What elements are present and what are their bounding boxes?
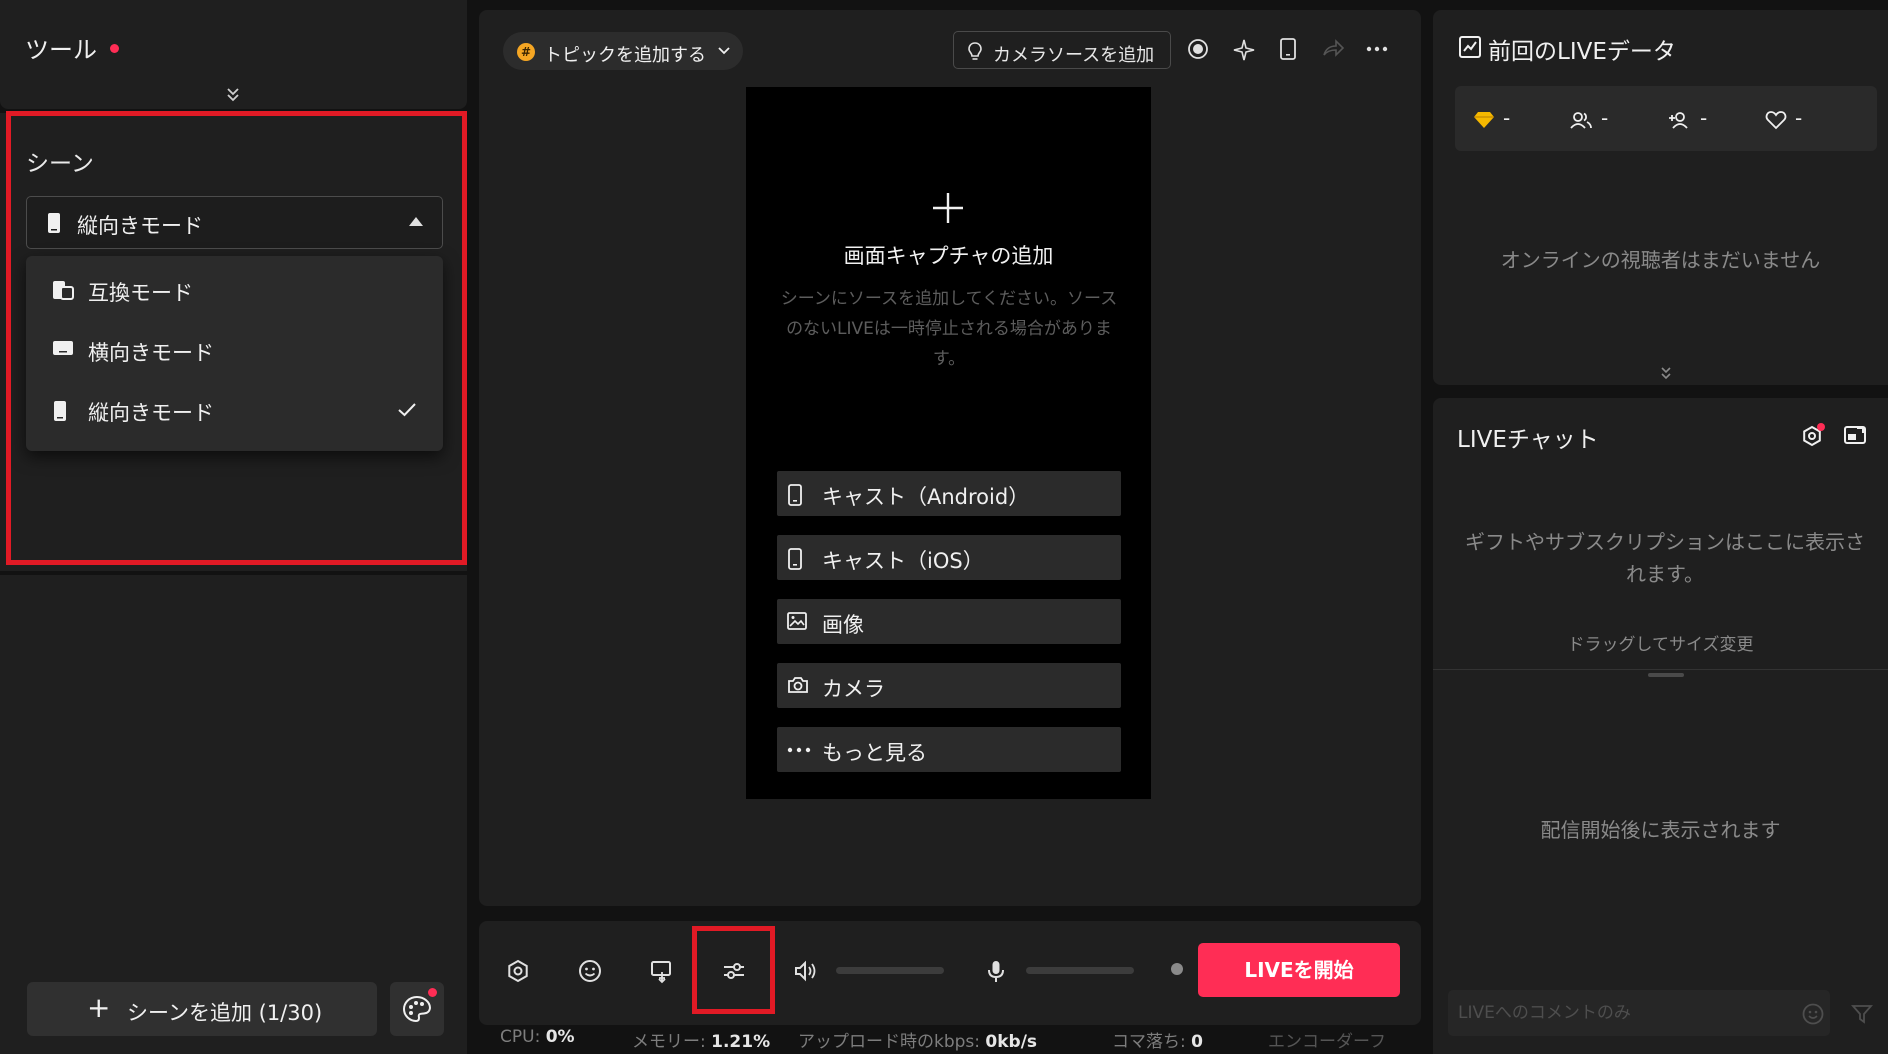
lightbulb-icon	[966, 41, 984, 61]
hashtag-icon: #	[517, 43, 535, 61]
diamond-icon	[1473, 111, 1495, 129]
share-icon[interactable]	[1322, 38, 1344, 58]
phone-frame-icon[interactable]	[1279, 38, 1297, 60]
popout-chat-icon[interactable]	[1843, 424, 1867, 446]
add-camera-source-button[interactable]: カメラソースを追加	[953, 31, 1171, 69]
memory-status: メモリー: 1.21%	[632, 1032, 771, 1052]
chat-settings-icon[interactable]	[1799, 423, 1825, 449]
screen-cast-icon[interactable]	[649, 958, 675, 984]
add-topic-label: トピックを追加する	[544, 45, 706, 66]
add-scene-label: シーンを追加 (1/30)	[127, 1001, 323, 1025]
resize-handle[interactable]	[1648, 673, 1684, 677]
filter-icon[interactable]	[1851, 1003, 1873, 1025]
followers-stat: -	[1668, 106, 1707, 130]
expand-chevron-icon[interactable]	[225, 86, 241, 102]
highlight-box-adjust	[692, 926, 775, 1014]
speaker-volume-slider[interactable]	[836, 967, 944, 974]
diamonds-stat: -	[1473, 106, 1510, 130]
chevron-down-icon	[718, 47, 730, 55]
source-label: キャスト（iOS）	[822, 549, 984, 573]
emoji-icon[interactable]	[1801, 1002, 1825, 1026]
heart-icon	[1765, 110, 1787, 130]
phone-icon	[787, 484, 803, 506]
source-label: キャスト（Android）	[822, 485, 1030, 509]
camera-source-button[interactable]: カメラ	[777, 663, 1121, 708]
source-label: 画像	[822, 613, 864, 637]
more-options-icon[interactable]	[1366, 46, 1388, 52]
image-source-button[interactable]: 画像	[777, 599, 1121, 644]
plus-icon: +	[87, 991, 111, 1024]
add-camera-source-label: カメラソースを追加	[993, 45, 1155, 66]
drag-resize-label: ドラッグしてサイズ変更	[1567, 635, 1754, 655]
previous-live-data-panel	[1433, 10, 1888, 385]
notification-dot	[428, 988, 437, 997]
cpu-status: CPU: 0%	[500, 1027, 575, 1047]
dropped-frames-status: コマ落ち: 0	[1112, 1032, 1203, 1052]
add-topic-button[interactable]: # トピックを追加する	[503, 32, 743, 70]
viewers-icon	[1569, 110, 1593, 130]
screen-capture-description: シーンにソースを追加してください。ソースのないLIVEは一時停止される場合があり…	[780, 289, 1118, 369]
start-live-button[interactable]: LIVEを開始	[1198, 943, 1400, 997]
notification-dot	[110, 44, 119, 53]
source-label: カメラ	[822, 677, 885, 701]
stats-summary: - - - -	[1455, 86, 1877, 151]
divider	[1433, 669, 1888, 670]
phone-icon	[787, 548, 803, 570]
live-chat-title: LIVEチャット	[1457, 427, 1599, 453]
more-sources-button[interactable]: もっと見る	[777, 727, 1121, 772]
after-start-message: 配信開始後に表示されます	[1540, 818, 1781, 842]
expand-chevron-icon[interactable]	[1659, 366, 1673, 380]
microphone-volume-slider[interactable]	[1026, 967, 1134, 974]
encoder-status: エンコーダーフ	[1268, 1032, 1386, 1052]
mic-level-indicator	[1171, 963, 1183, 975]
no-viewers-message: オンラインの視聴者はまだいません	[1500, 248, 1821, 272]
highlight-box-scene	[6, 111, 467, 565]
image-icon	[787, 612, 807, 630]
live-chat-panel	[1433, 398, 1888, 1054]
previous-live-data-title: 前回のLIVEデータ	[1488, 39, 1676, 65]
emoji-icon[interactable]	[577, 958, 603, 984]
viewers-stat: -	[1569, 106, 1608, 130]
camera-icon	[787, 676, 809, 694]
more-icon	[787, 747, 811, 753]
tools-title: ツール	[25, 36, 97, 64]
settings-icon[interactable]	[505, 958, 531, 984]
upload-status: アップロード時のkbps: 0kb/s	[798, 1032, 1038, 1052]
screen-capture-title: 画面キャプチャの追加	[843, 244, 1054, 268]
comment-input[interactable]	[1448, 990, 1830, 1036]
sparkle-icon[interactable]	[1232, 38, 1256, 62]
gifts-subscriptions-message: ギフトやサブスクリプションはここに表示されます。	[1465, 530, 1865, 586]
cast-ios-button[interactable]: キャスト（iOS）	[777, 535, 1121, 580]
speaker-icon[interactable]	[793, 958, 819, 984]
record-icon[interactable]	[1187, 38, 1209, 60]
add-plus-icon[interactable]	[930, 190, 966, 226]
microphone-icon[interactable]	[983, 958, 1009, 984]
likes-stat: -	[1765, 106, 1802, 130]
cast-android-button[interactable]: キャスト（Android）	[777, 471, 1121, 516]
chart-icon	[1459, 36, 1481, 58]
source-label: もっと見る	[822, 741, 927, 765]
add-scene-button[interactable]: + シーンを追加 (1/30)	[27, 982, 377, 1036]
followers-icon	[1668, 110, 1692, 130]
